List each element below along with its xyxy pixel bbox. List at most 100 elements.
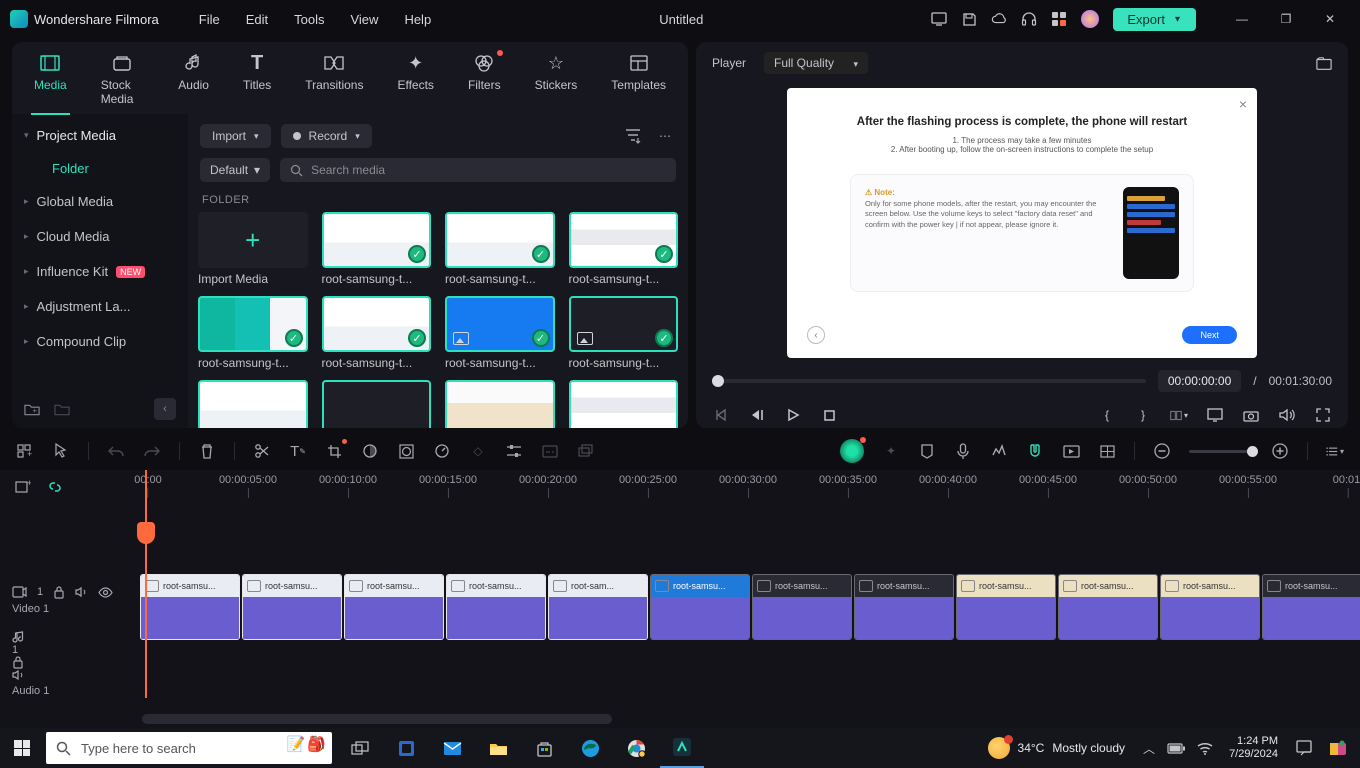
import-dropdown[interactable]: Import▾ (200, 124, 271, 148)
split-icon[interactable] (253, 442, 271, 460)
timeline-clip[interactable]: root-sam... (548, 574, 648, 640)
timeline-clip[interactable]: root-samsu... (242, 574, 342, 640)
tab-stickers[interactable]: ☆Stickers (527, 48, 586, 114)
headphones-icon[interactable] (1021, 11, 1037, 27)
sidebar-influence-kit[interactable]: ▸Influence KitNEW (12, 254, 188, 289)
playhead[interactable] (145, 470, 147, 698)
mute-icon[interactable] (75, 586, 88, 598)
maximize-button[interactable]: ❐ (1264, 4, 1308, 34)
zoom-out-icon[interactable] (1153, 442, 1171, 460)
account-avatar-icon[interactable] (1081, 10, 1099, 28)
import-media-tile[interactable]: +Import Media (198, 212, 308, 286)
store-icon[interactable] (522, 728, 566, 768)
add-track-icon[interactable]: + (14, 478, 32, 496)
start-button[interactable] (0, 728, 44, 768)
menu-file[interactable]: File (199, 12, 220, 27)
mute-icon[interactable] (12, 669, 25, 681)
sidebar-adjustment-layer[interactable]: ▸Adjustment La... (12, 289, 188, 324)
render-icon[interactable] (1062, 442, 1080, 460)
audio-mix-icon[interactable] (990, 442, 1008, 460)
zoom-in-icon[interactable] (1271, 442, 1289, 460)
display-icon[interactable] (1206, 406, 1224, 424)
speed-icon[interactable] (433, 442, 451, 460)
add-folder-icon[interactable]: + (24, 401, 40, 417)
playhead-handle[interactable] (137, 522, 155, 544)
timeline-clip[interactable]: root-samsu... (1160, 574, 1260, 640)
timeline-clip[interactable]: root-samsu... (650, 574, 750, 640)
tracks-canvas[interactable]: root-samsu...root-samsu...root-samsu...r… (140, 504, 1360, 728)
audio-track-header[interactable]: 1 Audio 1 (0, 636, 140, 690)
zoom-handle[interactable] (1247, 446, 1258, 457)
sidebar-cloud-media[interactable]: ▸Cloud Media (12, 219, 188, 254)
media-thumbnail[interactable]: ✓root-samsung-t... (322, 212, 432, 286)
enhance-icon[interactable]: ✦ (882, 442, 900, 460)
record-dropdown[interactable]: Record▾ (281, 124, 372, 148)
media-thumbnail[interactable] (198, 380, 308, 428)
media-thumbnail[interactable]: ✓root-samsung-t... (322, 296, 432, 370)
layers-icon[interactable] (577, 442, 595, 460)
timeline-clip[interactable]: root-samsu... (140, 574, 240, 640)
mark-out-icon[interactable]: } (1134, 406, 1152, 424)
crop-icon[interactable] (325, 442, 343, 460)
auto-ripple-icon[interactable] (46, 478, 64, 496)
timeline-clip[interactable]: root-samsu... (446, 574, 546, 640)
text-tool-icon[interactable]: T✎ (289, 442, 307, 460)
notifications-icon[interactable] (1288, 728, 1320, 768)
more-options-icon[interactable]: ⋯ (654, 125, 676, 147)
snapshot-icon[interactable] (1316, 55, 1332, 71)
mic-icon[interactable] (954, 442, 972, 460)
media-thumbnail[interactable]: ✓root-samsung-t... (445, 296, 555, 370)
keyframe-icon[interactable]: ◇ (469, 442, 487, 460)
grid-view-icon[interactable] (1098, 442, 1116, 460)
prev-frame-button[interactable] (712, 406, 730, 424)
collapse-sidebar-button[interactable]: ‹ (154, 398, 176, 420)
sidebar-project-media[interactable]: ▾Project Media (12, 118, 188, 153)
video-track-header[interactable]: 1 Video 1 (0, 564, 140, 636)
weather-widget[interactable]: 34°C Mostly cloudy (978, 737, 1136, 759)
timeline-clip[interactable]: root-samsu... (1058, 574, 1158, 640)
scrub-handle[interactable] (712, 375, 724, 387)
trash-folder-icon[interactable] (54, 401, 70, 417)
list-toggle-icon[interactable]: ▾ (1326, 442, 1344, 460)
menu-tools[interactable]: Tools (294, 12, 324, 27)
task-view-icon[interactable] (338, 728, 382, 768)
mark-in-icon[interactable]: { (1098, 406, 1116, 424)
delete-icon[interactable] (198, 442, 216, 460)
sidebar-compound-clip[interactable]: ▸Compound Clip (12, 324, 188, 359)
minimize-button[interactable]: — (1220, 4, 1264, 34)
file-explorer-icon[interactable] (476, 728, 520, 768)
timeline-clip[interactable]: root-samsu... (752, 574, 852, 640)
color-icon[interactable] (361, 442, 379, 460)
quality-dropdown[interactable]: Full Quality ▾ (764, 52, 868, 74)
menu-view[interactable]: View (350, 12, 378, 27)
taskbar-clock[interactable]: 1:24 PM 7/29/2024 (1221, 735, 1286, 761)
close-button[interactable]: ✕ (1308, 4, 1352, 34)
play-button[interactable] (784, 406, 802, 424)
lock-icon[interactable] (53, 586, 65, 599)
undo-icon[interactable] (107, 442, 125, 460)
battery-icon[interactable] (1167, 743, 1185, 754)
timeline-hscroll[interactable] (142, 714, 612, 724)
apps-grid-icon[interactable] (1051, 11, 1067, 27)
media-thumbnail[interactable]: ✓root-samsung-t... (569, 212, 679, 286)
media-thumbnail[interactable] (322, 380, 432, 428)
menu-help[interactable]: Help (404, 12, 431, 27)
scrub-slider[interactable] (712, 379, 1146, 383)
tab-media[interactable]: Media (26, 48, 75, 114)
search-input[interactable]: Search media (280, 158, 676, 182)
media-thumbnail[interactable] (445, 380, 555, 428)
fullscreen-icon[interactable] (1314, 406, 1332, 424)
zoom-slider[interactable] (1189, 450, 1253, 453)
sort-default-dropdown[interactable]: Default▾ (200, 158, 270, 182)
preview-area[interactable]: × After the flashing process is complete… (696, 84, 1348, 362)
menu-edit[interactable]: Edit (246, 12, 268, 27)
subtitle-icon[interactable] (541, 442, 559, 460)
timeline-clip[interactable]: root-samsu... (956, 574, 1056, 640)
media-thumbnail[interactable] (569, 380, 679, 428)
media-thumbnail[interactable]: ✓root-samsung-t... (569, 296, 679, 370)
tab-templates[interactable]: Templates (603, 48, 674, 114)
device-icon[interactable] (931, 11, 947, 27)
ai-assistant-icon[interactable] (840, 439, 864, 463)
mail-icon[interactable] (430, 728, 474, 768)
cloud-icon[interactable] (991, 11, 1007, 27)
